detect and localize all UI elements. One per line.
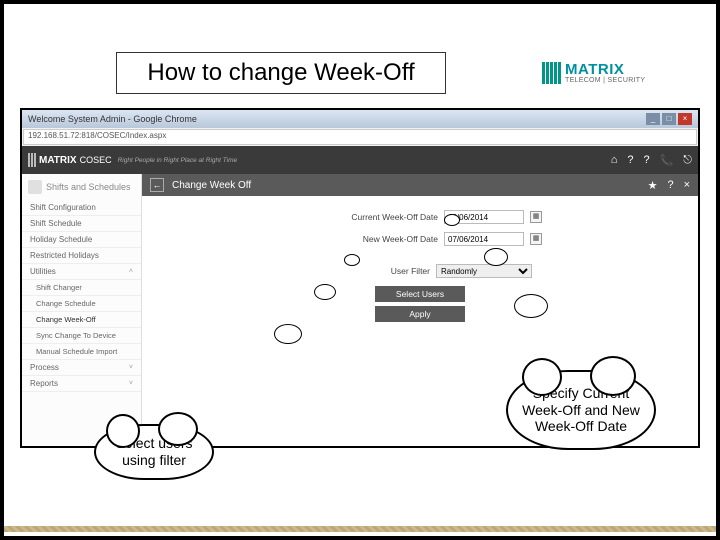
app-logo: MATRIX COSEC <box>28 153 112 167</box>
callout-bubble <box>274 324 302 344</box>
help2-icon[interactable]: ? <box>643 154 649 167</box>
callout-bubble <box>514 294 548 318</box>
sidebar-item-holiday-schedule[interactable]: Holiday Schedule <box>22 232 141 248</box>
sidebar-item-shift-changer[interactable]: Shift Changer <box>22 280 141 296</box>
sidebar-item-shift-config[interactable]: Shift Configuration <box>22 200 141 216</box>
phone-icon[interactable]: 📞 <box>660 154 674 167</box>
help-icon[interactable]: ? <box>627 154 633 167</box>
apply-button[interactable]: Apply <box>375 306 465 322</box>
callout-bubble <box>314 284 336 300</box>
user-filter-select[interactable]: Randomly <box>436 264 532 278</box>
browser-window-title: Welcome System Admin - Google Chrome <box>28 114 197 124</box>
chevron-down-icon: ˅ <box>129 380 133 387</box>
sidebar-item-shift-schedule[interactable]: Shift Schedule <box>22 216 141 232</box>
new-weekoff-label: New Week-Off Date <box>298 234 438 244</box>
schedule-icon <box>28 180 42 194</box>
brand-subtitle: TELECOM | SECURITY <box>565 77 645 84</box>
sidebar-item-reports[interactable]: Reports ˅ <box>22 376 141 392</box>
sidebar-item-restricted-holidays[interactable]: Restricted Holidays <box>22 248 141 264</box>
callout-specify-dates: Specify Current Week-Off and New Week-Of… <box>506 370 656 450</box>
help-page-icon[interactable]: ? <box>667 179 673 192</box>
sidebar-item-sync-device[interactable]: Sync Change To Device <box>22 328 141 344</box>
logout-icon[interactable]: ⎋ <box>683 154 692 167</box>
chevron-down-icon: ˅ <box>129 364 133 371</box>
back-button[interactable]: ← <box>150 178 164 192</box>
sidebar-group-title: Shifts and Schedules <box>22 174 141 200</box>
browser-titlebar: Welcome System Admin - Google Chrome _ □… <box>22 110 698 128</box>
callout-bubble <box>444 214 460 226</box>
callout-select-users: Select users using filter <box>94 424 214 480</box>
callout-bubble <box>484 248 508 266</box>
sidebar: Shifts and Schedules Shift Configuration… <box>22 174 142 446</box>
sidebar-item-process[interactable]: Process ˅ <box>22 360 141 376</box>
app-header: MATRIX COSEC Right People in Right Place… <box>22 146 698 174</box>
app-tagline: Right People in Right Place at Right Tim… <box>118 157 238 164</box>
calendar-icon[interactable]: ▦ <box>530 233 542 245</box>
slide-title: How to change Week-Off <box>116 52 446 94</box>
page-titlebar: ← Change Week Off ★ ? × <box>142 174 698 196</box>
brand-name: MATRIX <box>565 62 645 77</box>
calendar-icon[interactable]: ▦ <box>530 211 542 223</box>
sidebar-item-utilities[interactable]: Utilities ˄ <box>22 264 141 280</box>
page-title: Change Week Off <box>172 180 251 191</box>
star-icon[interactable]: ★ <box>648 179 658 192</box>
form-area: Current Week-Off Date ▦ New Week-Off Dat… <box>142 196 698 322</box>
select-users-button[interactable]: Select Users <box>375 286 465 302</box>
footer-decoration <box>4 526 716 532</box>
current-weekoff-label: Current Week-Off Date <box>298 212 438 222</box>
sidebar-item-manual-import[interactable]: Manual Schedule Import <box>22 344 141 360</box>
sidebar-item-change-schedule[interactable]: Change Schedule <box>22 296 141 312</box>
brand-logo: MATRIX TELECOM | SECURITY <box>542 52 684 94</box>
minimize-icon[interactable]: _ <box>646 113 660 125</box>
user-filter-label: User Filter <box>290 266 430 276</box>
address-bar[interactable]: 192.168.51.72:818/COSEC/Index.aspx <box>23 129 697 145</box>
new-weekoff-input[interactable] <box>444 232 524 246</box>
home-icon[interactable]: ⌂ <box>611 154 618 167</box>
close-icon[interactable]: × <box>678 113 692 125</box>
callout-bubble <box>344 254 360 266</box>
maximize-icon[interactable]: □ <box>662 113 676 125</box>
sidebar-item-change-weekoff[interactable]: Change Week-Off <box>22 312 141 328</box>
chevron-up-icon: ˄ <box>129 268 133 275</box>
close-page-icon[interactable]: × <box>684 179 690 192</box>
